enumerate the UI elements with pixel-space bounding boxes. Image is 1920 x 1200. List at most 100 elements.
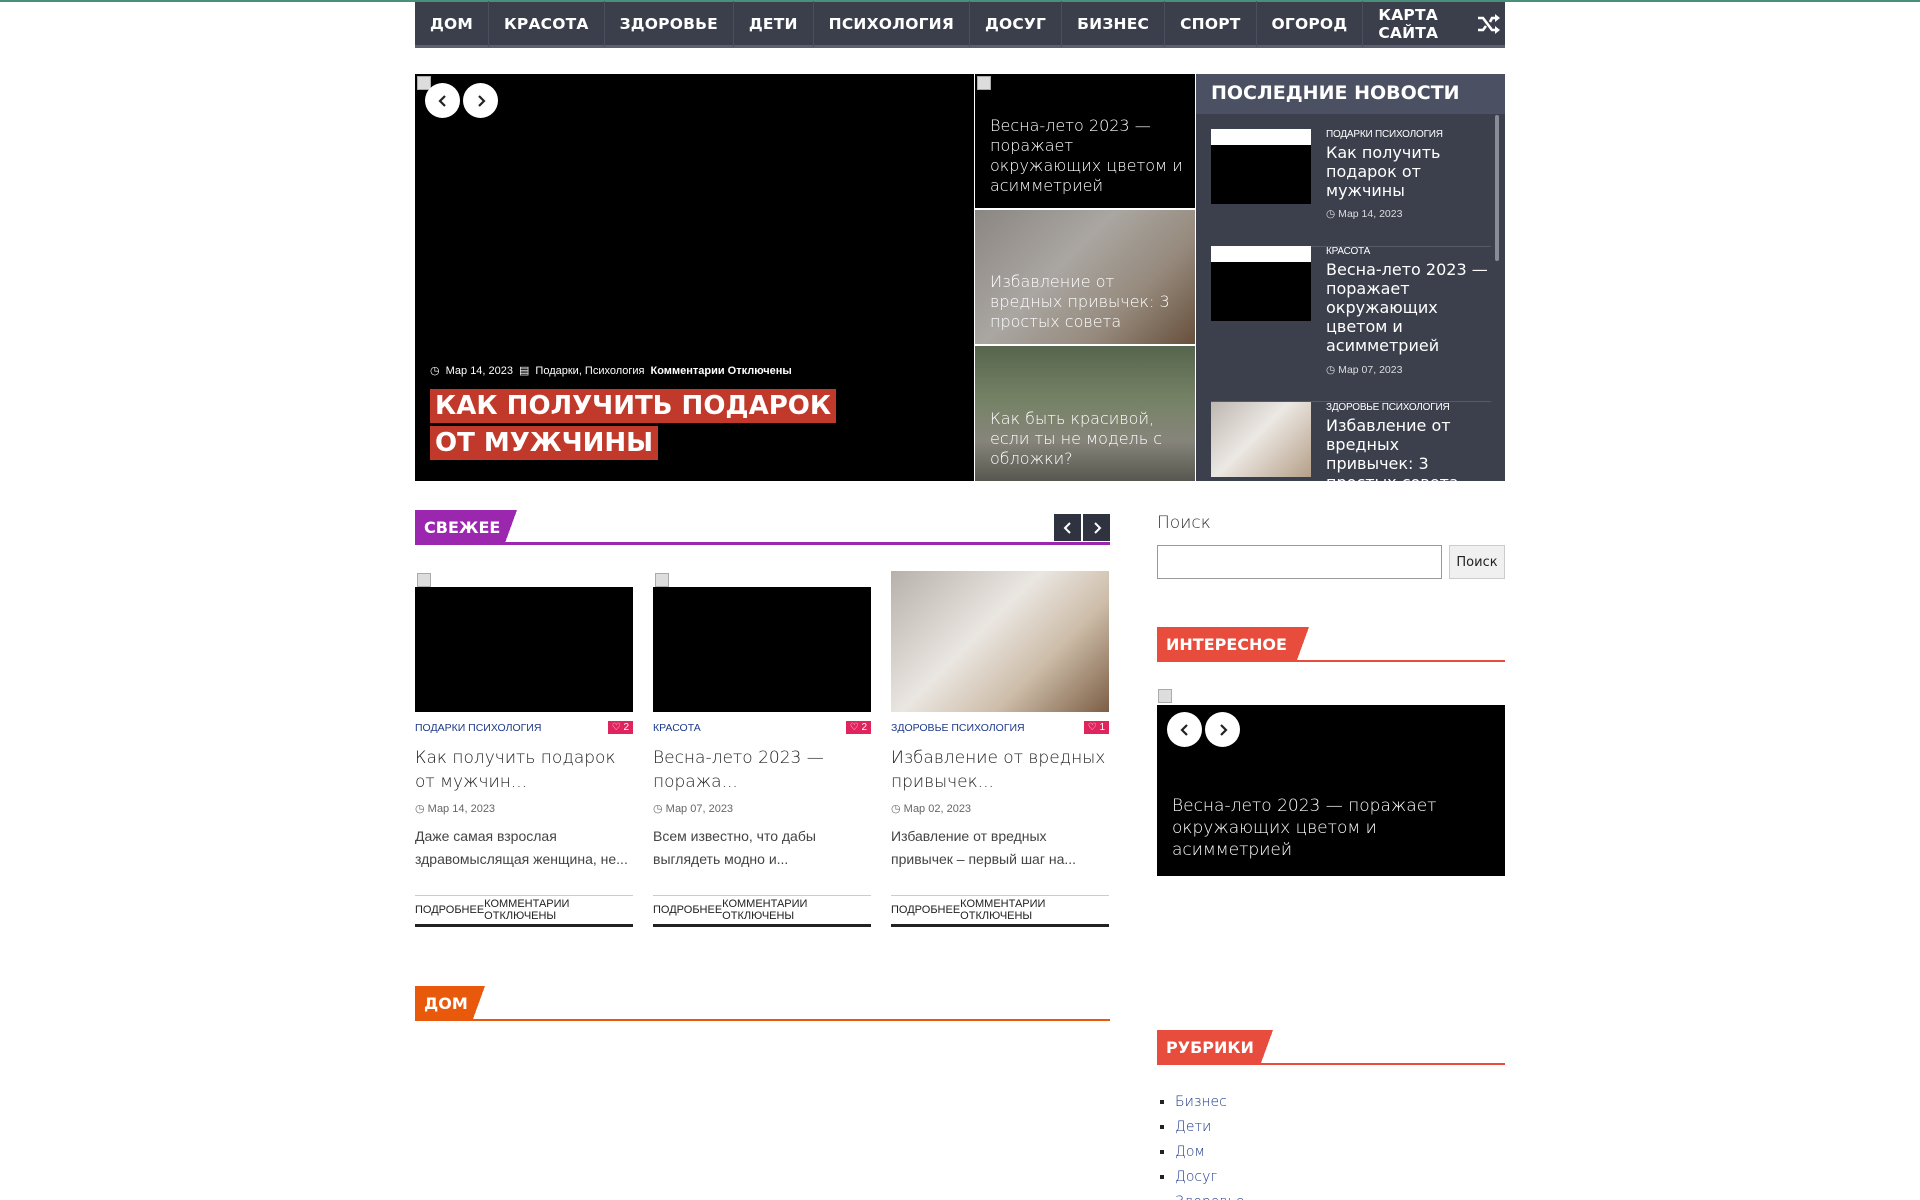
comments-status: КОММЕНТАРИИ ОТКЛЮЧЕНЫ — [722, 898, 808, 922]
latest-thumb[interactable] — [1211, 129, 1311, 204]
latest-scrollbar[interactable] — [1495, 115, 1499, 261]
latest-item[interactable]: ПОДАРКИ ПСИХОЛОГИЯ Как получить подарок … — [1211, 129, 1491, 247]
interest-next-button[interactable] — [1205, 712, 1240, 747]
latest-item[interactable]: КРАСОТА Весна-лето 2023 — поражает окруж… — [1211, 246, 1491, 402]
chevron-left-icon — [1063, 521, 1071, 534]
broken-image-icon — [977, 76, 991, 90]
post-categories[interactable]: ПОДАРКИ ПСИХОЛОГИЯ ♡ 2 — [415, 721, 633, 736]
hero-categories[interactable]: Подарки, Психология — [535, 365, 644, 377]
rubric-link[interactable]: Здоровье — [1175, 1190, 1244, 1200]
latest-news-panel: ПОСЛЕДНИЕ НОВОСТИ ПОДАРКИ ПСИХОЛОГИЯ Как… — [1196, 74, 1505, 481]
hero-comments: Комментарии Отключены — [650, 364, 792, 377]
read-more-link[interactable]: ПОДРОБНЕЕ — [653, 904, 722, 916]
latest-cats[interactable]: ЗДОРОВЬЕ ПСИХОЛОГИЯ — [1326, 402, 1450, 413]
nav-item-garden[interactable]: ОГОРОД — [1257, 0, 1364, 47]
fresh-section-header: СВЕЖЕЕ — [415, 510, 1110, 545]
interest-section-header: ИНТЕРЕСНОЕ — [1157, 627, 1505, 662]
interest-title[interactable]: Весна-лето 2023 — поражает окружающих цв… — [1172, 795, 1482, 861]
post-date: ◷ Мар 14, 2023 — [415, 803, 496, 815]
rubrics-section-header: РУБРИКИ — [1157, 1030, 1505, 1065]
side-tile[interactable]: Весна-лето 2023 — поражает окружающих цв… — [975, 74, 1195, 208]
nav-item-psychology[interactable]: ПСИХОЛОГИЯ — [814, 0, 970, 47]
post-title[interactable]: Как получить подарок от мужчин... — [415, 746, 633, 794]
chevron-right-icon — [477, 94, 486, 107]
broken-image-icon — [417, 573, 431, 587]
comments-status: КОММЕНТАРИИ ОТКЛЮЧЕНЫ — [484, 898, 570, 922]
post-excerpt: Всем известно, что дабы выглядеть модно … — [653, 828, 816, 867]
broken-image-icon — [655, 573, 669, 587]
chevron-left-icon — [1179, 723, 1188, 736]
nav-item-sport[interactable]: СПОРТ — [1165, 0, 1257, 47]
nav-item-leisure[interactable]: ДОСУГ — [970, 0, 1063, 47]
hero-date: Мар 14, 2023 — [445, 364, 514, 377]
latest-news-heading: ПОСЛЕДНИЕ НОВОСТИ — [1196, 74, 1505, 114]
folder-icon: ▤ — [519, 365, 530, 377]
hero-next-button[interactable] — [463, 83, 498, 118]
side-tile-title: Избавление от вредных привычек: 3 просты… — [990, 272, 1170, 331]
nav-item-business[interactable]: БИЗНЕС — [1062, 0, 1166, 47]
rubric-link[interactable]: Досуг — [1175, 1165, 1244, 1190]
post-thumbnail[interactable] — [891, 571, 1109, 712]
side-tile-title: Весна-лето 2023 — поражает окружающих цв… — [990, 116, 1183, 195]
likes-badge[interactable]: ♡ 2 — [607, 721, 633, 734]
search-label: Поиск — [1157, 513, 1211, 533]
latest-date: ◷ Мар 14, 2023 — [1326, 208, 1403, 220]
read-more-link[interactable]: ПОДРОБНЕЕ — [415, 904, 484, 916]
post-title[interactable]: Избавление от вредных привычек... — [891, 746, 1109, 794]
likes-badge[interactable]: ♡ 1 — [1083, 721, 1109, 734]
broken-image-icon — [1158, 689, 1172, 703]
post-categories[interactable]: ЗДОРОВЬЕ ПСИХОЛОГИЯ ♡ 1 — [891, 721, 1109, 736]
rubric-link[interactable]: Дом — [1175, 1140, 1244, 1165]
nav-item-health[interactable]: ЗДОРОВЬЕ — [605, 0, 734, 47]
interest-slide[interactable]: Весна-лето 2023 — поражает окружающих цв… — [1157, 687, 1505, 876]
nav-item-home[interactable]: ДОМ — [415, 0, 490, 47]
post-excerpt: Даже самая взрослая здравомыслящая женщи… — [415, 828, 628, 867]
hero-meta: ◷ Мар 14, 2023 ▤ Подарки, Психология Ком… — [430, 364, 792, 378]
nav-item-sitemap[interactable]: КАРТА САЙТА — [1363, 1, 1473, 47]
post-title[interactable]: Весна-лето 2023 — поража... — [653, 746, 871, 794]
latest-title[interactable]: Избавление от вредных привычек: 3 просты… — [1326, 416, 1491, 481]
search-input[interactable] — [1157, 545, 1442, 579]
interest-prev-button[interactable] — [1167, 712, 1202, 747]
read-more-link[interactable]: ПОДРОБНЕЕ — [891, 904, 960, 916]
search-button[interactable]: Поиск — [1449, 545, 1505, 579]
latest-title[interactable]: Весна-лето 2023 — поражает окружающих цв… — [1326, 260, 1491, 355]
side-tile[interactable]: Избавление от вредных привычек: 3 просты… — [975, 210, 1195, 344]
post-thumbnail[interactable] — [653, 571, 871, 712]
post-date: ◷ Мар 02, 2023 — [891, 803, 972, 815]
likes-badge[interactable]: ♡ 2 — [845, 721, 871, 734]
clock-icon: ◷ — [430, 365, 440, 377]
latest-item[interactable]: ЗДОРОВЬЕ ПСИХОЛОГИЯ Избавление от вредны… — [1211, 402, 1491, 481]
chevron-left-icon — [437, 94, 446, 107]
post-card: ЗДОРОВЬЕ ПСИХОЛОГИЯ ♡ 1 Избавление от вре… — [891, 571, 1109, 927]
hero-prev-button[interactable] — [425, 83, 460, 118]
side-tile-title: Как быть красивой, если ты не модель с о… — [990, 409, 1163, 468]
latest-cats[interactable]: КРАСОТА — [1326, 246, 1370, 257]
post-card: КРАСОТА ♡ 2 Весна-лето 2023 — поража... ◷… — [653, 571, 871, 927]
post-footer: ПОДРОБНЕЕ КОММЕНТАРИИ ОТКЛЮЧЕНЫ — [891, 895, 1109, 927]
nav-item-kids[interactable]: ДЕТИ — [734, 0, 814, 47]
nav-item-beauty[interactable]: КРАСОТА — [489, 0, 605, 47]
dom-heading: ДОМ — [415, 986, 473, 1019]
fresh-next-button[interactable] — [1083, 514, 1110, 541]
side-tile[interactable]: Как быть красивой, если ты не модель с о… — [975, 346, 1195, 481]
rubric-link[interactable]: Дети — [1175, 1115, 1244, 1140]
hero-title[interactable]: КАК ПОЛУЧИТЬ ПОДАРОК ОТ МУЖЧИНЫ — [430, 388, 850, 462]
latest-thumb[interactable] — [1211, 246, 1311, 321]
chevron-right-icon — [1219, 723, 1228, 736]
fresh-heading: СВЕЖЕЕ — [415, 510, 505, 543]
rubric-link[interactable]: Бизнес — [1175, 1090, 1244, 1115]
post-categories[interactable]: КРАСОТА ♡ 2 — [653, 721, 871, 736]
latest-thumb[interactable] — [1211, 402, 1311, 477]
latest-title[interactable]: Как получить подарок от мужчины — [1326, 143, 1491, 200]
post-excerpt: Избавление от вредных привычек – первый … — [891, 828, 1077, 867]
fresh-prev-button[interactable] — [1054, 514, 1081, 541]
post-thumbnail[interactable] — [415, 571, 633, 712]
post-footer: ПОДРОБНЕЕ КОММЕНТАРИИ ОТКЛЮЧЕНЫ — [653, 895, 871, 927]
shuffle-icon[interactable] — [1473, 1, 1505, 47]
post-card: ПОДАРКИ ПСИХОЛОГИЯ ♡ 2 Как получить подар… — [415, 571, 633, 927]
post-footer: ПОДРОБНЕЕ КОММЕНТАРИИ ОТКЛЮЧЕНЫ — [415, 895, 633, 927]
latest-cats[interactable]: ПОДАРКИ ПСИХОЛОГИЯ — [1326, 129, 1443, 140]
comments-status: КОММЕНТАРИИ ОТКЛЮЧЕНЫ — [960, 898, 1046, 922]
hero-slide[interactable]: ◷ Мар 14, 2023 ▤ Подарки, Психология Ком… — [415, 74, 974, 481]
